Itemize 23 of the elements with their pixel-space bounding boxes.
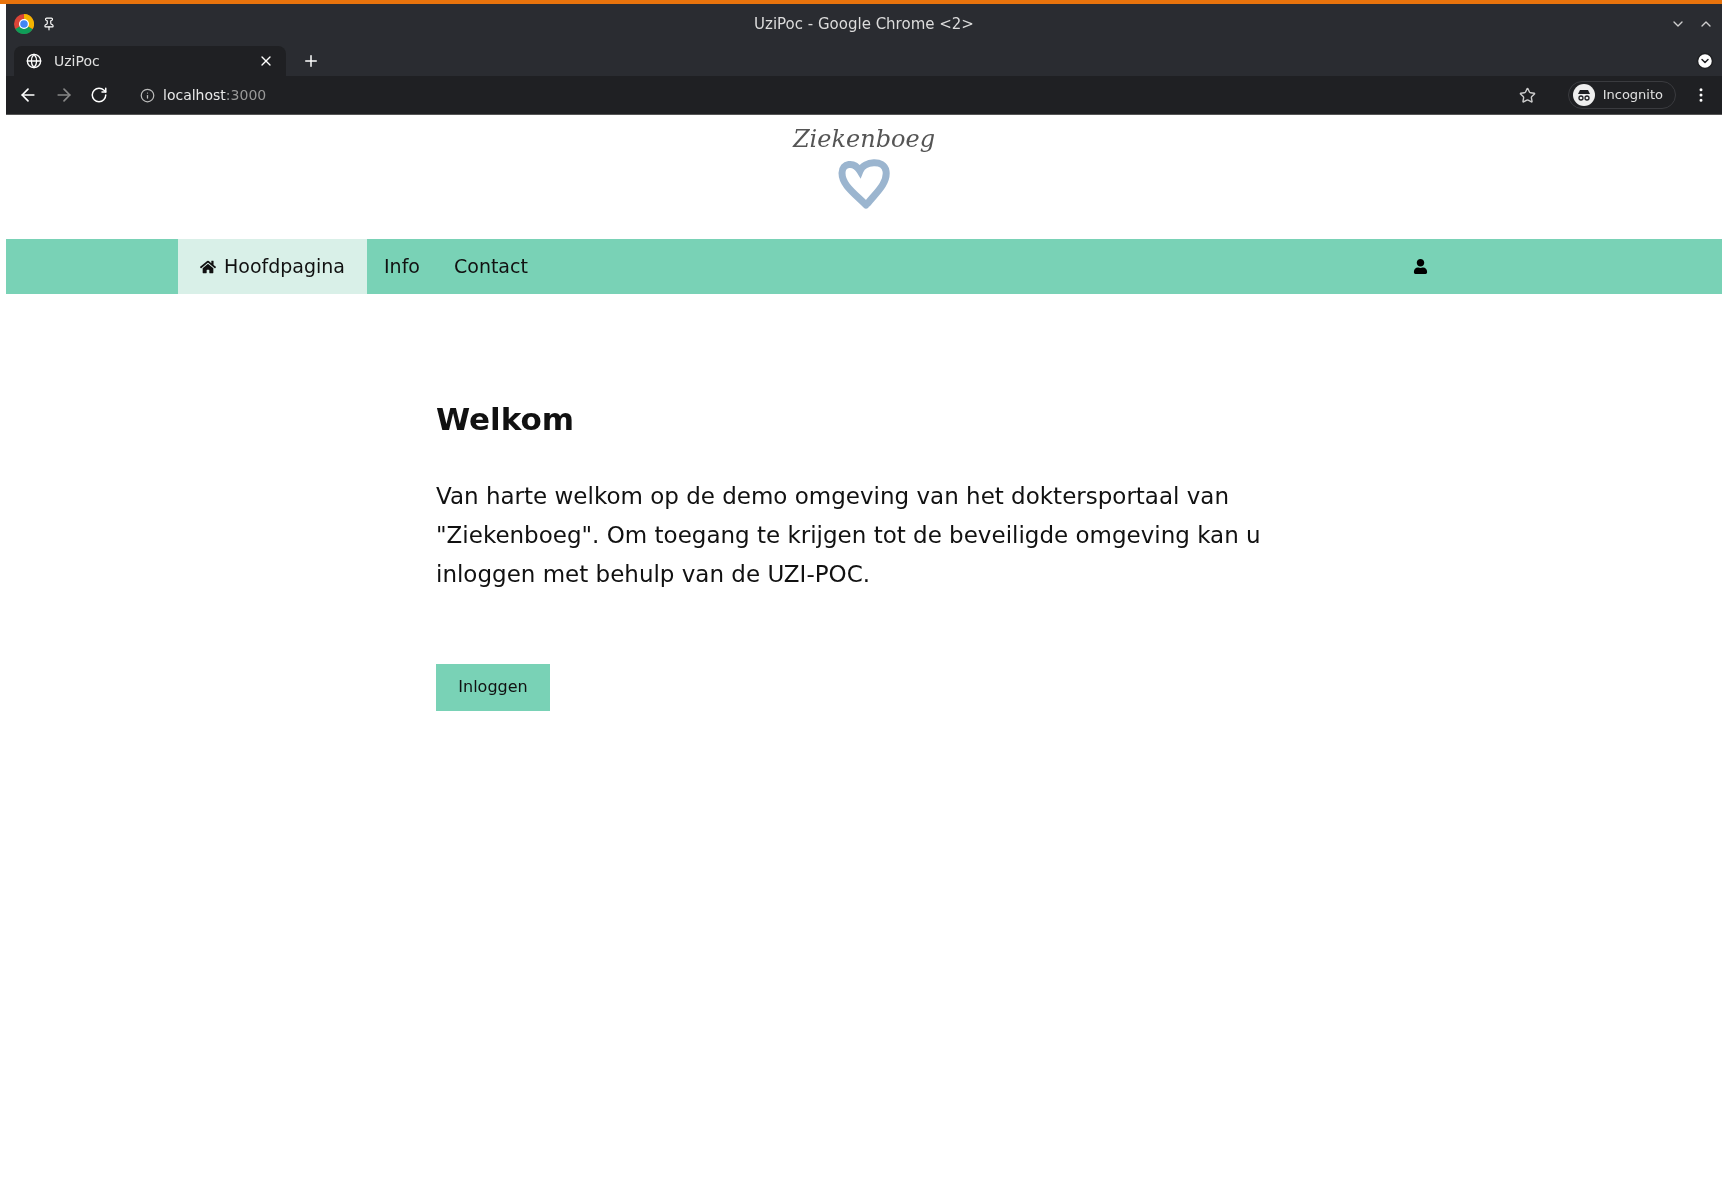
- nav-link[interactable]: Hoofdpagina: [178, 239, 367, 294]
- window-title: UziPoc - Google Chrome <2>: [754, 13, 974, 35]
- info-icon[interactable]: [140, 87, 155, 103]
- user-icon[interactable]: [1413, 259, 1428, 274]
- browser-logo-icon: [14, 14, 34, 34]
- globe-icon: [26, 53, 42, 69]
- reload-icon[interactable]: [90, 86, 108, 104]
- nav-link[interactable]: Info: [367, 239, 437, 294]
- tab-title: UziPoc: [54, 51, 100, 71]
- logo-text: Ziekenboeg: [792, 124, 936, 155]
- address-field[interactable]: localhost:3000: [140, 84, 267, 106]
- incognito-icon: [1572, 84, 1595, 106]
- welcome-heading: Welkom: [436, 400, 575, 439]
- bookmark-star-icon[interactable]: [1518, 86, 1536, 104]
- login-button[interactable]: Inloggen: [436, 663, 550, 711]
- home-icon: [200, 258, 216, 275]
- heart-logo-icon: [836, 157, 892, 209]
- tab-search-icon[interactable]: [1696, 52, 1714, 70]
- nav-link[interactable]: Contact: [437, 239, 545, 294]
- welcome-paragraph: Van harte welkom op de demo omgeving van het doktersportaal van "Ziekenboeg". Om toegang te krijgen tot de beveiligde omgeving kan u inloggen met behulp van de UZI-POC.: [436, 481, 1262, 589]
- pin-icon[interactable]: [42, 17, 56, 31]
- new-tab-icon[interactable]: [302, 52, 320, 70]
- browser-tab[interactable]: UziPoc: [14, 46, 286, 76]
